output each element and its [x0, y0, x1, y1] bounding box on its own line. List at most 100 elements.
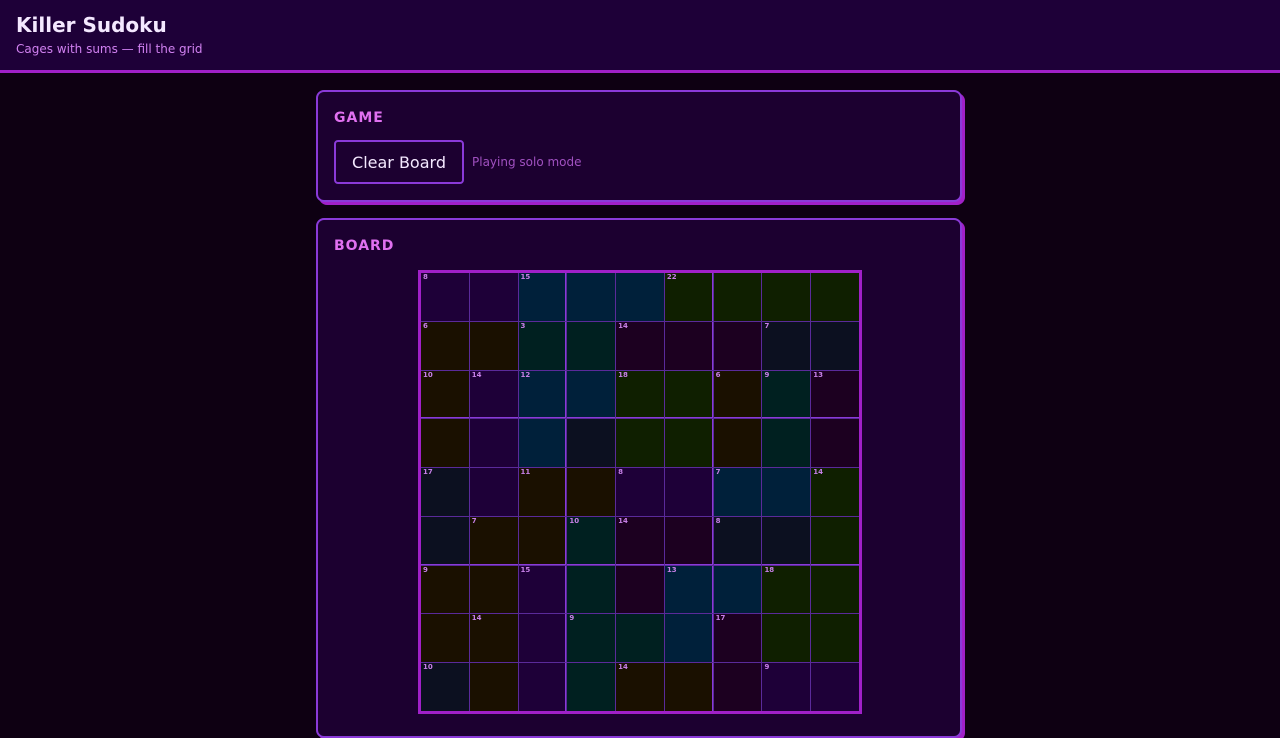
- sudoku-cell-r5c8[interactable]: [762, 468, 811, 516]
- cage-sum-label: 17: [423, 468, 433, 477]
- sudoku-cell-r2c8[interactable]: 7: [762, 321, 811, 370]
- sudoku-cell-r8c3[interactable]: [518, 614, 567, 663]
- sudoku-cell-r6c1[interactable]: [421, 516, 469, 565]
- sudoku-cell-r5c7[interactable]: 7: [713, 468, 762, 516]
- sudoku-cell-r7c3[interactable]: 15: [518, 565, 567, 614]
- sudoku-cell-r7c9[interactable]: [811, 565, 859, 614]
- cage-sum-label: 14: [618, 321, 628, 330]
- sudoku-cell-r7c6[interactable]: 13: [664, 565, 713, 614]
- cage-sum-label: 15: [520, 273, 531, 281]
- cage-sum-label: 8: [715, 516, 721, 525]
- sudoku-cell-r3c5[interactable]: 18: [616, 370, 664, 419]
- sudoku-cell-r8c7[interactable]: 17: [713, 614, 762, 663]
- sudoku-cell-r1c6[interactable]: 22: [664, 273, 713, 321]
- sudoku-cell-r6c6[interactable]: [664, 516, 713, 565]
- sudoku-cell-r1c8[interactable]: [762, 273, 811, 321]
- sudoku-cell-r8c5[interactable]: [616, 614, 664, 663]
- cage-sum-label: 14: [471, 370, 482, 379]
- cage-sum-label: 10: [569, 516, 580, 525]
- sudoku-cell-r4c1[interactable]: [421, 419, 469, 468]
- sudoku-cell-r4c8[interactable]: [762, 419, 811, 468]
- sudoku-cell-r6c9[interactable]: [811, 516, 859, 565]
- sudoku-cell-r3c8[interactable]: 9: [762, 370, 811, 419]
- cage-sum-label: 22: [666, 273, 677, 281]
- sudoku-cell-r6c4[interactable]: 10: [567, 516, 616, 565]
- sudoku-cell-r3c4[interactable]: [567, 370, 616, 419]
- sudoku-cell-r6c7[interactable]: 8: [713, 516, 762, 565]
- sudoku-grid: 8 15 22 6 3 14 7 10 14 12 18 6 9 13 17 11 8 7 14 7 10 14 8 9 15 1…: [418, 270, 862, 714]
- sudoku-cell-r8c9[interactable]: [811, 614, 859, 663]
- sudoku-cell-r7c8[interactable]: 18: [762, 565, 811, 614]
- cage-sum-label: 13: [666, 565, 677, 574]
- sudoku-cell-r8c2[interactable]: 14: [469, 614, 518, 663]
- sudoku-cell-r1c4[interactable]: [567, 273, 616, 321]
- sudoku-cell-r5c6[interactable]: [664, 468, 713, 516]
- sudoku-cell-r3c7[interactable]: 6: [713, 370, 762, 419]
- sudoku-cell-r4c7[interactable]: [713, 419, 762, 468]
- sudoku-cell-r9c5[interactable]: 14: [616, 663, 664, 711]
- sudoku-cell-r9c9[interactable]: [811, 663, 859, 711]
- sudoku-cell-r8c4[interactable]: 9: [567, 614, 616, 663]
- app-title: Killer Sudoku: [16, 13, 167, 37]
- sudoku-cell-r4c6[interactable]: [664, 419, 713, 468]
- sudoku-cell-r9c4[interactable]: [567, 663, 616, 711]
- sudoku-cell-r9c1[interactable]: 10: [421, 663, 469, 711]
- sudoku-cell-r9c2[interactable]: [469, 663, 518, 711]
- cage-sum-label: 17: [715, 614, 726, 623]
- sudoku-cell-r3c9[interactable]: 13: [811, 370, 859, 419]
- sudoku-cell-r3c3[interactable]: 12: [518, 370, 567, 419]
- sudoku-cell-r9c6[interactable]: [664, 663, 713, 711]
- sudoku-cell-r2c7[interactable]: [713, 321, 762, 370]
- sudoku-cell-r4c2[interactable]: [469, 419, 518, 468]
- sudoku-cell-r1c2[interactable]: [469, 273, 518, 321]
- cage-sum-label: 13: [813, 370, 823, 379]
- sudoku-cell-r4c5[interactable]: [616, 419, 664, 468]
- sudoku-cell-r5c1[interactable]: 17: [421, 468, 469, 516]
- sudoku-cell-r4c3[interactable]: [518, 419, 567, 468]
- sudoku-cell-r8c1[interactable]: [421, 614, 469, 663]
- sudoku-cell-r5c2[interactable]: [469, 468, 518, 516]
- cage-sum-label: 8: [618, 468, 623, 477]
- sudoku-cell-r7c1[interactable]: 9: [421, 565, 469, 614]
- sudoku-cell-r9c8[interactable]: 9: [762, 663, 811, 711]
- clear-board-button[interactable]: Clear Board: [334, 140, 464, 184]
- cage-sum-label: 6: [423, 321, 428, 330]
- sudoku-cell-r5c4[interactable]: [567, 468, 616, 516]
- game-panel-heading: GAME: [334, 110, 384, 126]
- sudoku-cell-r9c3[interactable]: [518, 663, 567, 711]
- sudoku-cell-r6c8[interactable]: [762, 516, 811, 565]
- sudoku-cell-r3c2[interactable]: 14: [469, 370, 518, 419]
- sudoku-cell-r2c2[interactable]: [469, 321, 518, 370]
- cage-sum-label: 10: [423, 370, 433, 379]
- sudoku-cell-r1c1[interactable]: 8: [421, 273, 469, 321]
- sudoku-cell-r2c6[interactable]: [664, 321, 713, 370]
- sudoku-cell-r2c3[interactable]: 3: [518, 321, 567, 370]
- sudoku-cell-r3c1[interactable]: 10: [421, 370, 469, 419]
- sudoku-cell-r4c9[interactable]: [811, 419, 859, 468]
- sudoku-cell-r1c5[interactable]: [616, 273, 664, 321]
- sudoku-cell-r2c9[interactable]: [811, 321, 859, 370]
- sudoku-cell-r8c8[interactable]: [762, 614, 811, 663]
- sudoku-cell-r2c5[interactable]: 14: [616, 321, 664, 370]
- sudoku-cell-r7c2[interactable]: [469, 565, 518, 614]
- sudoku-cell-r4c4[interactable]: [567, 419, 616, 468]
- sudoku-cell-r6c3[interactable]: [518, 516, 567, 565]
- sudoku-cell-r5c3[interactable]: 11: [518, 468, 567, 516]
- sudoku-cell-r2c4[interactable]: [567, 321, 616, 370]
- sudoku-cell-r1c9[interactable]: [811, 273, 859, 321]
- sudoku-cell-r7c4[interactable]: [567, 565, 616, 614]
- sudoku-cell-r3c6[interactable]: [664, 370, 713, 419]
- cage-sum-label: 7: [471, 516, 477, 525]
- sudoku-cell-r7c7[interactable]: [713, 565, 762, 614]
- sudoku-cell-r8c6[interactable]: [664, 614, 713, 663]
- mode-status-text: Playing solo mode: [472, 155, 582, 169]
- sudoku-cell-r1c7[interactable]: [713, 273, 762, 321]
- sudoku-cell-r7c5[interactable]: [616, 565, 664, 614]
- sudoku-cell-r6c2[interactable]: 7: [469, 516, 518, 565]
- sudoku-cell-r5c9[interactable]: 14: [811, 468, 859, 516]
- sudoku-cell-r9c7[interactable]: [713, 663, 762, 711]
- sudoku-cell-r6c5[interactable]: 14: [616, 516, 664, 565]
- sudoku-cell-r5c5[interactable]: 8: [616, 468, 664, 516]
- sudoku-cell-r2c1[interactable]: 6: [421, 321, 469, 370]
- sudoku-cell-r1c3[interactable]: 15: [518, 273, 567, 321]
